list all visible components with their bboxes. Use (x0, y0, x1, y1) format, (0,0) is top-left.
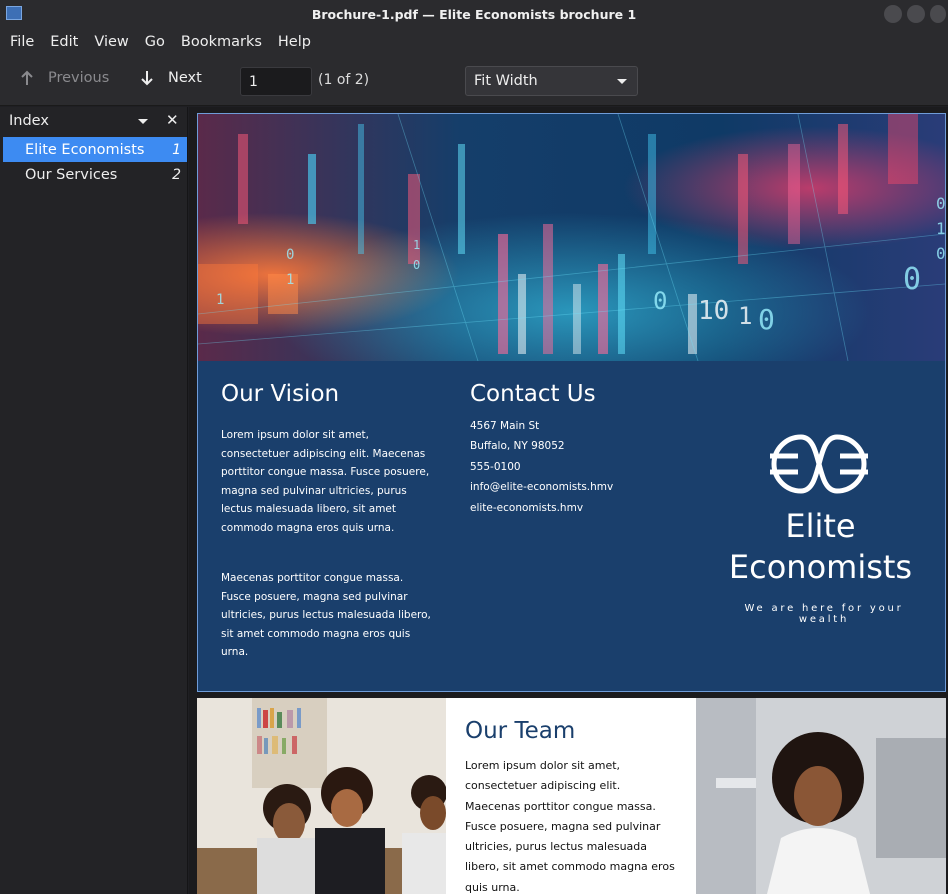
contact-address: 4567 Main St (470, 420, 540, 432)
svg-text:0: 0 (286, 247, 294, 263)
svg-text:1: 1 (738, 302, 752, 330)
index-item-our-services[interactable]: Our Services 2 (3, 162, 187, 187)
logo-icon (768, 431, 870, 501)
chevron-down-icon (617, 79, 627, 84)
index-item-elite-economists[interactable]: Elite Economists 1 (3, 137, 187, 162)
contact-phone: 555-0100 (470, 461, 521, 473)
page-1-body: Our Vision Lorem ipsum dolor sit amet, c… (198, 361, 945, 691)
contact-title: Contact Us (470, 381, 596, 407)
sidebar-title: Index (9, 113, 49, 129)
toolbar: Previous Next (1 of 2) Fit Width (0, 56, 948, 106)
document-view[interactable]: 1 0 0 1 1 0 10 1 0 0 0 1 0 Our Vision Lo… (189, 107, 948, 894)
next-button[interactable]: Next (140, 70, 202, 86)
svg-text:1: 1 (413, 238, 420, 252)
minimize-button[interactable] (884, 5, 902, 23)
index-item-page: 1 (172, 141, 181, 158)
vision-paragraph: Maecenas porttitor congue massa. Fusce p… (221, 572, 431, 659)
close-window-button[interactable] (930, 5, 946, 23)
svg-text:0: 0 (936, 244, 945, 263)
zoom-value: Fit Width (474, 73, 538, 89)
menu-view[interactable]: View (94, 34, 128, 50)
title-bar: Brochure-1.pdf — Elite Economists brochu… (0, 0, 948, 28)
contact-email: info@elite-economists.hmv (470, 481, 614, 493)
menu-bookmarks[interactable]: Bookmarks (181, 34, 262, 50)
previous-button[interactable]: Previous (20, 70, 109, 86)
sidebar: Index ✕ Elite Economists 1 Our Services … (0, 107, 188, 894)
index-item-label: Elite Economists (25, 141, 145, 158)
next-label: Next (168, 70, 202, 86)
svg-text:1: 1 (216, 292, 224, 308)
window-title: Brochure-1.pdf — Elite Economists brochu… (311, 6, 637, 22)
sidebar-mode-dropdown-icon[interactable] (138, 119, 148, 124)
arrow-up-icon (20, 70, 34, 86)
professional-photo (696, 698, 946, 894)
svg-text:0: 0 (413, 258, 420, 272)
index-list: Elite Economists 1 Our Services 2 (3, 137, 187, 187)
tagline: We are here for your wealth (744, 603, 904, 625)
sidebar-header: Index ✕ (0, 107, 188, 135)
zoom-select[interactable]: Fit Width (465, 66, 638, 96)
svg-text:1: 1 (286, 272, 294, 288)
arrow-down-icon (140, 70, 154, 86)
svg-text:10: 10 (698, 296, 729, 326)
page-count: (1 of 2) (318, 72, 370, 88)
maximize-button[interactable] (907, 5, 925, 23)
contact-website: elite-economists.hmv (470, 502, 584, 514)
index-item-label: Our Services (25, 166, 118, 183)
menu-go[interactable]: Go (145, 34, 165, 50)
brand-name: Elite Economists (728, 507, 913, 586)
vision-paragraph: Lorem ipsum dolor sit amet, consectetuer… (221, 429, 430, 534)
team-title: Our Team (465, 718, 576, 744)
menu-help[interactable]: Help (278, 34, 311, 50)
team-photo (197, 698, 446, 894)
svg-text:0: 0 (903, 262, 921, 297)
index-item-page: 2 (172, 166, 181, 183)
contact-city: Buffalo, NY 98052 (470, 440, 565, 452)
menu-edit[interactable]: Edit (50, 34, 78, 50)
previous-label: Previous (48, 70, 110, 86)
svg-text:1: 1 (936, 219, 945, 238)
menu-bar: File Edit View Go Bookmarks Help (0, 28, 948, 56)
svg-text:0: 0 (653, 287, 667, 315)
hero-image: 1 0 0 1 1 0 10 1 0 0 0 1 0 (198, 114, 945, 361)
app-icon (6, 6, 22, 20)
page-2: Our Team Lorem ipsum dolor sit amet, con… (197, 698, 946, 894)
page-1: 1 0 0 1 1 0 10 1 0 0 0 1 0 Our Vision Lo… (197, 113, 946, 692)
close-icon[interactable]: ✕ (166, 111, 179, 129)
menu-file[interactable]: File (10, 34, 34, 50)
team-paragraph: Lorem ipsum dolor sit amet, consectetuer… (465, 759, 675, 894)
svg-text:0: 0 (936, 194, 945, 213)
page-number-input[interactable] (240, 67, 312, 96)
svg-text:0: 0 (758, 303, 775, 336)
vision-title: Our Vision (221, 381, 340, 407)
